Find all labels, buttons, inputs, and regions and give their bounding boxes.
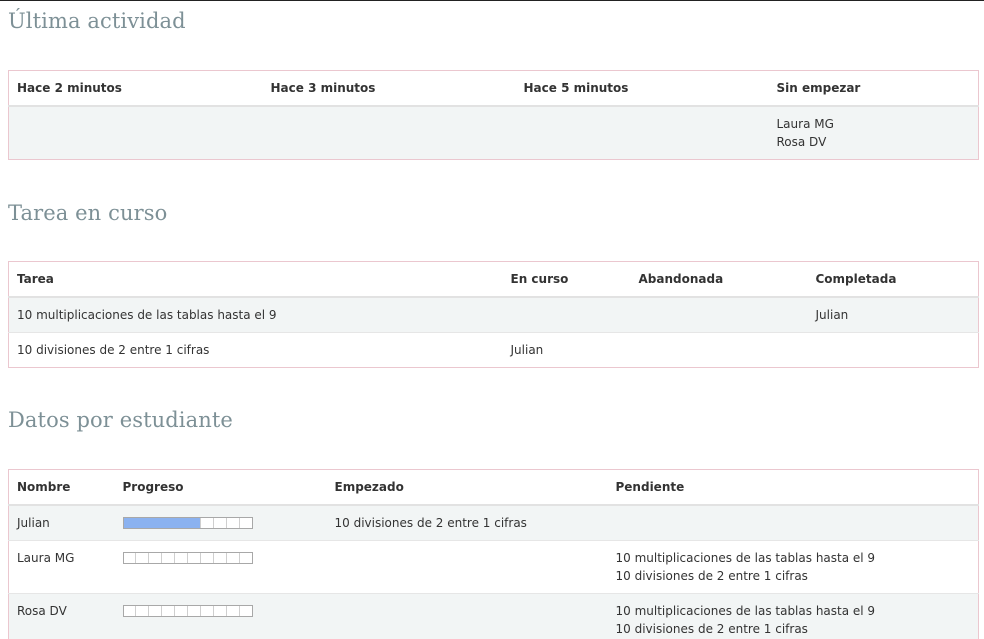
cell-en-curso: Julian <box>502 332 631 368</box>
table-row: Laura MG Rosa DV <box>8 106 979 160</box>
cell-empezado <box>326 593 608 639</box>
progress-bar <box>122 605 253 617</box>
tarea-en-curso-table: Tarea En curso Abandonada Completada 10 … <box>8 261 979 368</box>
col-header-empezado: Empezado <box>326 469 608 506</box>
col-header-en-curso: En curso <box>502 261 631 298</box>
col-header-sin-empezar: Sin empezar <box>768 70 979 107</box>
cell-hace-5-minutos <box>515 106 769 160</box>
progress-segment <box>212 553 226 563</box>
section-title-tarea-en-curso: Tarea en curso <box>8 201 168 225</box>
progress-segment <box>124 606 136 616</box>
table-header-row: Nombre Progreso Empezado Pendiente <box>8 469 979 506</box>
table-header-row: Tarea En curso Abandonada Completada <box>8 261 979 298</box>
col-header-tarea: Tarea <box>8 261 503 298</box>
progress-segment <box>174 553 187 563</box>
task-name: 10 multiplicaciones de las tablas hasta … <box>615 551 876 565</box>
student-name: Rosa DV <box>776 135 827 149</box>
cell-abandonada <box>630 297 808 333</box>
progress-segment <box>124 553 136 563</box>
task-name: 10 divisiones de 2 entre 1 cifras <box>615 622 808 636</box>
progress-segment <box>199 518 213 528</box>
progress-fill <box>123 518 201 528</box>
student-name: Laura MG <box>776 117 834 131</box>
progress-segment <box>199 553 213 563</box>
cell-progreso <box>114 593 327 639</box>
cell-tarea: 10 divisiones de 2 entre 1 cifras <box>8 332 503 368</box>
table-row: Laura MG 10 multiplicaciones de las tabl… <box>8 540 979 594</box>
col-header-pendiente: Pendiente <box>607 469 979 506</box>
progress-segment <box>238 606 252 616</box>
cell-completada: Julian <box>807 297 979 333</box>
cell-hace-3-minutos <box>262 106 516 160</box>
cell-completada <box>807 332 979 368</box>
progress-segment <box>225 553 239 563</box>
page: Última actividad Hace 2 minutos Hace 3 m… <box>0 0 984 639</box>
progress-segment <box>187 553 200 563</box>
col-header-progreso: Progreso <box>114 469 327 506</box>
progress-segment <box>212 518 226 528</box>
ultima-actividad-table: Hace 2 minutos Hace 3 minutos Hace 5 min… <box>8 70 979 160</box>
cell-progreso <box>114 540 327 594</box>
progress-segment <box>225 518 239 528</box>
progress-segment <box>212 606 226 616</box>
cell-en-curso <box>502 297 631 333</box>
task-name: 10 divisiones de 2 entre 1 cifras <box>615 569 808 583</box>
progress-bar <box>122 517 253 529</box>
table-row: Rosa DV 10 multiplicaciones de las tabla… <box>8 593 979 639</box>
task-name: 10 multiplicaciones de las tablas hasta … <box>615 604 876 618</box>
cell-nombre: Julian <box>8 505 115 541</box>
progress-segment <box>174 606 187 616</box>
cell-empezado: 10 divisiones de 2 entre 1 cifras <box>326 505 608 541</box>
cell-nombre: Laura MG <box>8 540 115 594</box>
progress-segment <box>238 553 252 563</box>
progress-segment <box>135 606 148 616</box>
task-name: 10 divisiones de 2 entre 1 cifras <box>334 516 527 530</box>
col-header-completada: Completada <box>807 261 979 298</box>
progress-segment <box>199 606 213 616</box>
cell-hace-2-minutos <box>8 106 263 160</box>
section-title-ultima-actividad: Última actividad <box>8 9 186 33</box>
cell-empezado <box>326 540 608 594</box>
col-header-nombre: Nombre <box>8 469 115 506</box>
col-header-hace-2-minutos: Hace 2 minutos <box>8 70 263 107</box>
cell-progreso <box>114 505 327 541</box>
cell-sin-empezar: Laura MG Rosa DV <box>768 106 979 160</box>
progress-segment <box>187 606 200 616</box>
table-row: 10 divisiones de 2 entre 1 cifras Julian <box>8 332 979 368</box>
progress-segment <box>225 606 239 616</box>
col-header-abandonada: Abandonada <box>630 261 808 298</box>
table-row: 10 multiplicaciones de las tablas hasta … <box>8 297 979 333</box>
section-title-datos-por-estudiante: Datos por estudiante <box>8 408 233 432</box>
progress-segment <box>161 606 174 616</box>
table-header-row: Hace 2 minutos Hace 3 minutos Hace 5 min… <box>8 70 979 107</box>
progress-segment <box>135 553 148 563</box>
cell-pendiente: 10 multiplicaciones de las tablas hasta … <box>607 540 979 594</box>
cell-pendiente: 10 multiplicaciones de las tablas hasta … <box>607 593 979 639</box>
progress-bar <box>122 552 253 564</box>
cell-abandonada <box>630 332 808 368</box>
col-header-hace-3-minutos: Hace 3 minutos <box>262 70 516 107</box>
cell-tarea: 10 multiplicaciones de las tablas hasta … <box>8 297 503 333</box>
progress-segment <box>238 518 252 528</box>
progress-segment <box>161 553 174 563</box>
cell-pendiente <box>607 505 979 541</box>
cell-nombre: Rosa DV <box>8 593 115 639</box>
table-row: Julian 10 divisiones de 2 entre 1 cifras <box>8 505 979 541</box>
progress-segment <box>148 606 161 616</box>
datos-por-estudiante-table: Nombre Progreso Empezado Pendiente Julia… <box>8 469 979 639</box>
progress-segment <box>148 553 161 563</box>
col-header-hace-5-minutos: Hace 5 minutos <box>515 70 769 107</box>
